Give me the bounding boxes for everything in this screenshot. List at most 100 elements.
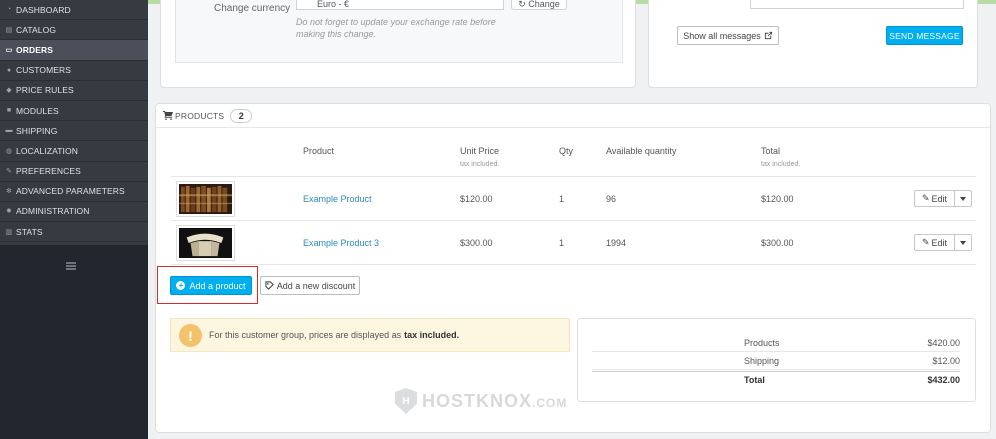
edit-button[interactable]: ✎ Edit	[914, 234, 954, 251]
currency-panel: Change currency Euro - € ↻ Change Do not…	[160, 0, 636, 88]
table-row: Example Product 3 $300.00 1 1994 $300.00…	[171, 220, 976, 264]
globe-icon: ◍	[5, 147, 13, 155]
edit-dropdown-toggle[interactable]	[954, 190, 972, 207]
alert-bold-text: tax included.	[404, 330, 460, 340]
sidebar-item-label: MODULES	[16, 105, 59, 116]
totals-row-products: Products $420.00	[592, 335, 960, 352]
order-totals: Products $420.00 Shipping $12.00 Total $432…	[577, 318, 976, 402]
credit-card-icon: ▭	[5, 46, 13, 54]
col-qty: Qty	[559, 146, 574, 156]
sidebar-item-label: DASHBOARD	[16, 4, 71, 15]
col-product: Product	[303, 146, 335, 156]
products-heading: PRODUCTS	[175, 110, 225, 121]
caret-down-icon	[960, 196, 966, 201]
edit-dropdown-toggle[interactable]	[954, 234, 972, 251]
catalog-icon: ▤	[5, 26, 13, 34]
product-thumbnail[interactable]	[176, 181, 235, 217]
refresh-icon: ↻	[518, 0, 529, 9]
caret-down-icon	[960, 240, 966, 245]
sidebar-footer	[0, 245, 148, 439]
pencil-icon: ✎	[921, 193, 930, 203]
totals-label: Total	[744, 375, 765, 385]
show-all-messages-label: Show all messages	[683, 30, 761, 41]
dashboard-icon: ◔	[6, 6, 12, 14]
currency-note: Do not forget to update your exchange ra…	[296, 17, 496, 39]
edit-label: Edit	[931, 193, 948, 204]
sidebar-item-orders[interactable]: ▭ ORDERS	[0, 40, 148, 61]
totals-value: $12.00	[932, 356, 960, 366]
watermark-logo-icon: H	[395, 388, 417, 414]
sidebar-item-dashboard[interactable]: ◔ DASHBOARD	[0, 0, 148, 21]
table-row: Example Product $120.00 1 96 $120.00 ✎ Ed…	[171, 176, 976, 220]
add-product-button[interactable]: + Add a product	[170, 276, 252, 295]
cogs-icon: ✻	[6, 188, 12, 196]
product-qty: 1	[559, 194, 565, 204]
send-message-button[interactable]: SEND MESSAGE	[886, 26, 963, 45]
watermark: H HOSTKNOX.COM	[395, 388, 567, 414]
product-total: $120.00	[761, 194, 794, 204]
edit-button[interactable]: ✎ Edit	[914, 190, 954, 207]
sidebar: ◔ DASHBOARD ▤ CATALOG ▭ ORDERS ● CUSTOMERS ◆…	[0, 0, 148, 439]
products-panel: PRODUCTS 2 Product Unit Price tax include…	[155, 103, 991, 433]
col-unit-price-label: Unit Price	[460, 146, 500, 156]
sidebar-item-localization[interactable]: ◍ LOCALIZATION	[0, 141, 148, 162]
totals-label: Products	[744, 338, 780, 348]
warning-icon: !	[179, 324, 202, 347]
shopping-cart-icon	[163, 111, 173, 120]
sidebar-item-administration[interactable]: ✹ ADMINISTRATION	[0, 202, 148, 223]
sidebar-item-advanced-parameters[interactable]: ✻ ADVANCED PARAMETERS	[0, 182, 148, 202]
external-link-icon	[764, 31, 772, 40]
sidebar-item-label: LOCALIZATION	[16, 145, 78, 156]
totals-value: $432.00	[927, 375, 960, 385]
wrench-icon: ✎	[6, 168, 12, 176]
col-total-label: Total	[761, 146, 781, 156]
sidebar-item-label: SHIPPING	[16, 125, 58, 136]
change-currency-button[interactable]: ↻ Change	[511, 0, 567, 10]
sidebar-item-label: ADVANCED PARAMETERS	[16, 186, 125, 197]
pencil-icon: ✎	[921, 237, 930, 247]
currency-select[interactable]: Euro - €	[296, 0, 504, 10]
show-all-messages-button[interactable]: Show all messages	[677, 26, 779, 45]
sidebar-item-stats[interactable]: ▥ STATS	[0, 222, 148, 243]
sidebar-item-shipping[interactable]: ▬ SHIPPING	[0, 121, 148, 142]
sidebar-item-price-rules[interactable]: ◆ PRICE RULES	[0, 81, 148, 101]
col-unit-price: Unit Price tax included.	[460, 146, 499, 168]
change-currency-label: Change	[528, 0, 560, 9]
menu-collapse-icon[interactable]	[66, 262, 76, 270]
watermark-brand: HOSTKNOX	[422, 390, 533, 411]
sidebar-item-modules[interactable]: ■ MODULES	[0, 101, 148, 122]
tag-icon: ◆	[6, 87, 12, 95]
tax-info-alert: ! For this customer group, prices are di…	[170, 318, 570, 352]
product-image	[179, 228, 232, 258]
add-discount-button[interactable]: Add a new discount	[260, 276, 360, 295]
watermark-suffix: .COM	[532, 395, 568, 410]
sidebar-item-customers[interactable]: ● CUSTOMERS	[0, 61, 148, 81]
ticket-icon	[265, 281, 274, 290]
sidebar-item-catalog[interactable]: ▤ CATALOG	[0, 20, 148, 41]
add-discount-label: Add a new discount	[276, 280, 356, 291]
col-total-sub: tax included.	[761, 161, 801, 168]
sidebar-item-preferences[interactable]: ✎ PREFERENCES	[0, 162, 148, 182]
product-available: 96	[606, 194, 617, 204]
sidebar-item-label: ADMINISTRATION	[16, 206, 90, 217]
plus-circle-icon: +	[176, 281, 186, 290]
sidebar-item-label: STATS	[16, 226, 43, 237]
product-total: $300.00	[761, 238, 794, 248]
sidebar-item-label: PRICE RULES	[16, 85, 74, 96]
product-name-link[interactable]: Example Product 3	[303, 238, 379, 248]
sidebar-item-label: CATALOG	[16, 24, 57, 35]
col-available: Available quantity	[606, 146, 677, 156]
gear-icon: ✹	[6, 208, 12, 216]
product-image	[179, 184, 232, 214]
message-field[interactable]	[750, 0, 964, 9]
currency-label: Change currency	[214, 3, 291, 14]
add-product-label: Add a product	[189, 280, 246, 291]
product-thumbnail[interactable]	[176, 225, 235, 261]
product-price: $300.00	[460, 238, 493, 248]
totals-label: Shipping	[744, 356, 780, 366]
product-name-link[interactable]: Example Product	[303, 194, 372, 204]
totals-row-shipping: Shipping $12.00	[592, 353, 960, 370]
product-qty: 1	[559, 238, 565, 248]
sidebar-item-label: PREFERENCES	[16, 166, 81, 177]
col-total: Total tax included.	[761, 146, 800, 168]
